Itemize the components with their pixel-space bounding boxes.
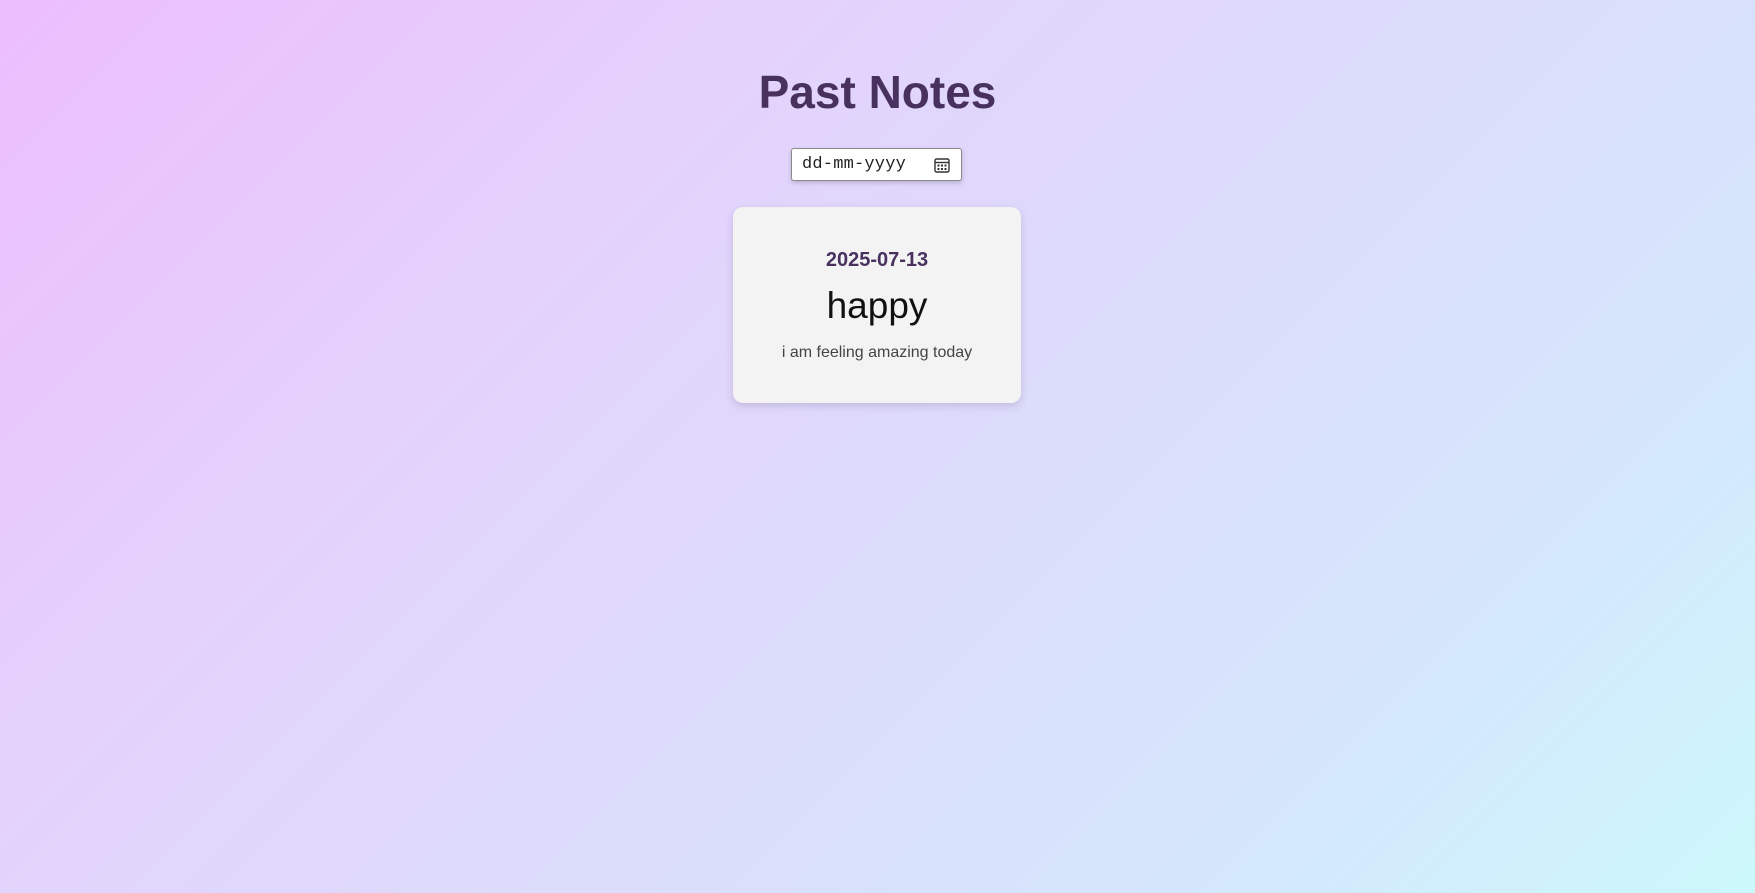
date-filter-placeholder: dd-mm-yyyy: [802, 155, 907, 174]
calendar-icon-graphic: [934, 157, 950, 173]
date-filter-input[interactable]: dd-mm-yyyy: [791, 148, 962, 181]
note-date: 2025-07-13: [825, 249, 929, 271]
note-mood: happy: [826, 285, 928, 326]
page-title: Past Notes: [758, 66, 997, 118]
calendar-icon[interactable]: [933, 156, 951, 174]
note-card: 2025-07-13 happy i am feeling amazing to…: [733, 207, 1021, 403]
note-text: i am feeling amazing today: [781, 344, 973, 361]
